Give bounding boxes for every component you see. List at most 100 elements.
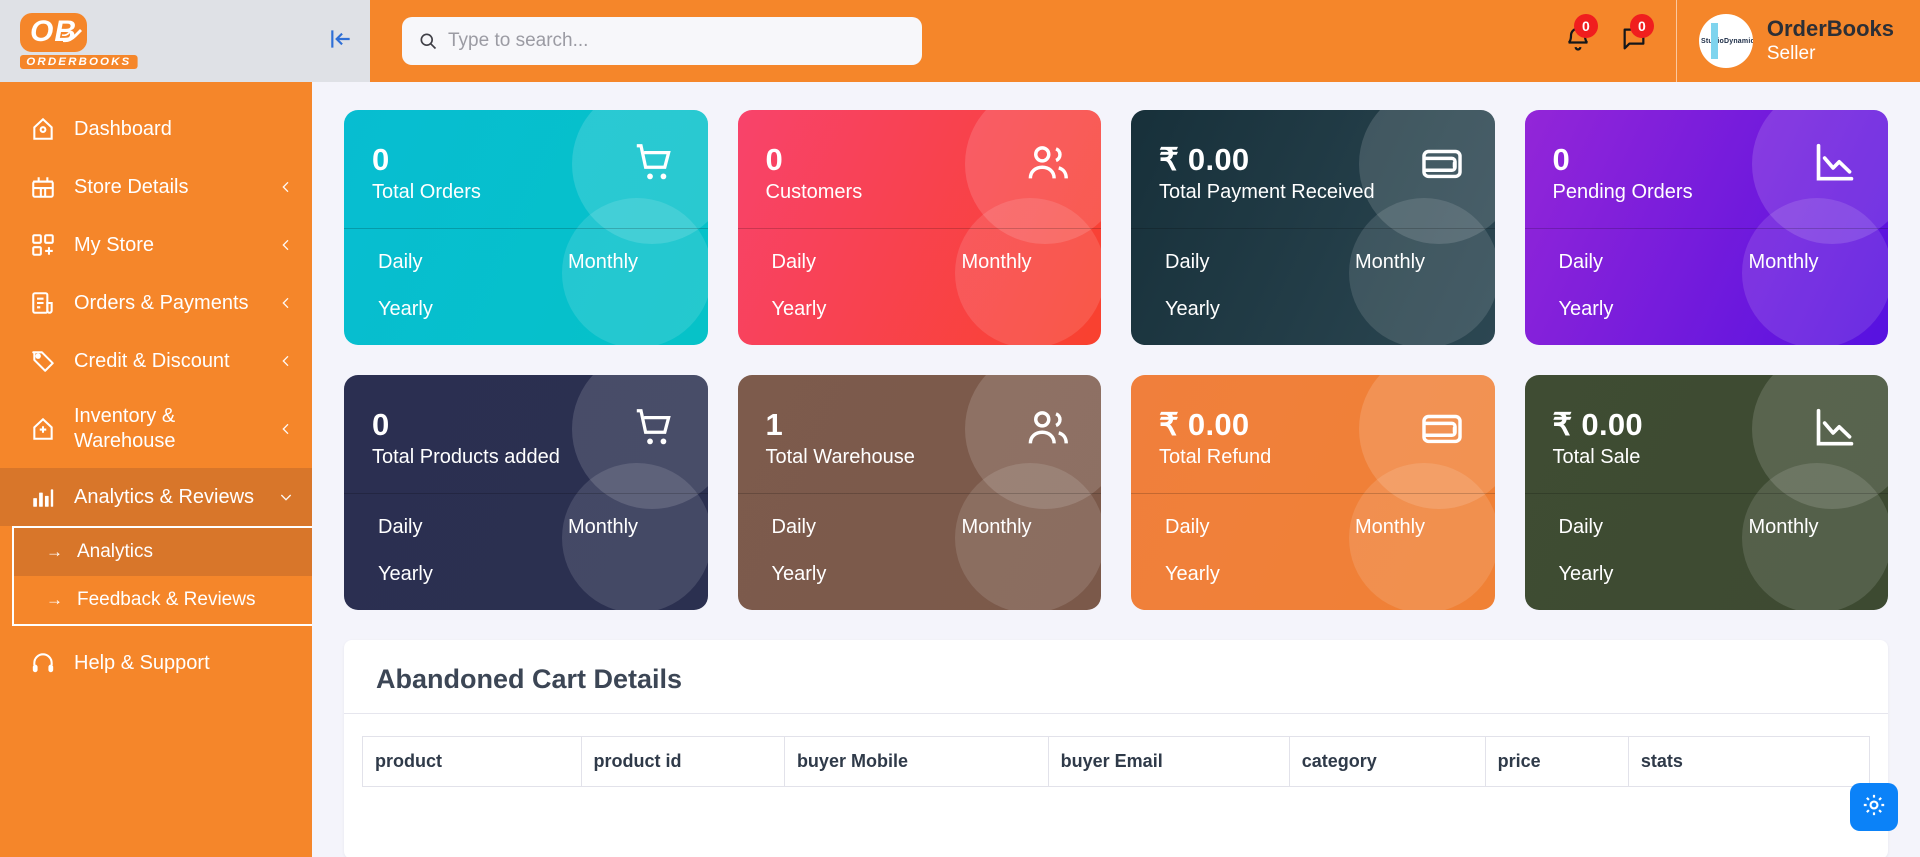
sidebar-item-inventory-warehouse[interactable]: Inventory & Warehouse bbox=[0, 390, 312, 468]
sidebar-item-store-details[interactable]: Store Details bbox=[0, 158, 312, 216]
stat-card[interactable]: ₹ 0.00 Total Payment Received Daily Monthly… bbox=[1131, 110, 1495, 345]
stat-link-daily[interactable]: Daily bbox=[378, 251, 568, 274]
stat-link-daily[interactable]: Daily bbox=[772, 251, 962, 274]
sidebar: OB ORDERBOOKS Dashboard Store Details My… bbox=[0, 0, 312, 857]
table-column-header: stats bbox=[1627, 736, 1871, 787]
stat-link-daily[interactable]: Daily bbox=[1559, 251, 1749, 274]
stat-card-header: 0 Total Products added bbox=[344, 375, 708, 493]
stat-card-header: 0 Customers bbox=[738, 110, 1102, 228]
arrow-right-icon: → bbox=[46, 542, 63, 561]
table-column-header: buyer Email bbox=[1047, 736, 1290, 787]
stat-card[interactable]: ₹ 0.00 Total Refund Daily Monthly Yearly bbox=[1131, 375, 1495, 610]
users-icon bbox=[1025, 405, 1071, 456]
stat-card-links-row: Daily Monthly bbox=[1165, 251, 1467, 274]
users-icon bbox=[1025, 140, 1071, 191]
chart-down-icon bbox=[1812, 140, 1858, 191]
table-column-header: category bbox=[1288, 736, 1486, 787]
headset-icon bbox=[28, 648, 58, 678]
stat-link-daily[interactable]: Daily bbox=[378, 516, 568, 539]
stat-card[interactable]: 0 Pending Orders Daily Monthly Yearly bbox=[1524, 110, 1889, 345]
stat-link-yearly[interactable]: Yearly bbox=[1559, 298, 1614, 321]
search-input[interactable] bbox=[448, 30, 906, 52]
sidebar-item-help-support[interactable]: Help & Support bbox=[0, 634, 312, 692]
search-icon bbox=[418, 31, 438, 51]
sidebar-subitem-feedback-reviews[interactable]: → Feedback & Reviews bbox=[14, 576, 312, 624]
stat-link-monthly[interactable]: Monthly bbox=[962, 251, 1032, 274]
stat-link-daily[interactable]: Daily bbox=[1559, 516, 1749, 539]
sidebar-item-orders-payments[interactable]: Orders & Payments bbox=[0, 274, 312, 332]
notifications-button[interactable]: 0 bbox=[1550, 0, 1606, 82]
stat-link-monthly[interactable]: Monthly bbox=[568, 251, 638, 274]
sidebar-item-label: Analytics & Reviews bbox=[74, 485, 255, 508]
stat-link-yearly[interactable]: Yearly bbox=[378, 298, 433, 321]
stat-card-links: Daily Monthly Yearly bbox=[1525, 229, 1889, 321]
sidebar-subitem-label: Feedback & Reviews bbox=[77, 589, 256, 610]
stat-link-daily[interactable]: Daily bbox=[1165, 251, 1355, 274]
sidebar-item-label: Help & Support bbox=[74, 651, 210, 674]
profile-names: OrderBooks Seller bbox=[1767, 16, 1894, 65]
cart-icon bbox=[632, 405, 678, 456]
stat-link-daily[interactable]: Daily bbox=[772, 516, 962, 539]
wallet-icon bbox=[1419, 140, 1465, 191]
stat-link-monthly[interactable]: Monthly bbox=[1749, 516, 1819, 539]
notifications-badge: 0 bbox=[1573, 14, 1598, 38]
sidebar-item-my-store[interactable]: My Store bbox=[0, 216, 312, 274]
wallet-icon bbox=[1419, 405, 1465, 456]
stat-card-links-row: Daily Monthly bbox=[772, 251, 1074, 274]
panel-divider bbox=[344, 713, 1888, 714]
stats-card-grid: 0 Total Orders Daily Monthly Yearly 0 Customer… bbox=[344, 110, 1888, 610]
stat-card[interactable]: 0 Total Orders Daily Monthly Yearly bbox=[344, 110, 708, 345]
stat-link-yearly[interactable]: Yearly bbox=[772, 563, 827, 586]
stat-card[interactable]: 0 Customers Daily Monthly Yearly bbox=[737, 110, 1102, 345]
stat-card[interactable]: 0 Total Products added Daily Monthly Yearly bbox=[344, 375, 708, 610]
chevron-down-icon bbox=[278, 489, 294, 505]
sidebar-item-label: Orders & Payments bbox=[74, 291, 249, 314]
stat-card[interactable]: 1 Total Warehouse Daily Monthly Yearly bbox=[737, 375, 1102, 610]
search-box[interactable] bbox=[402, 17, 922, 65]
stat-link-monthly[interactable]: Monthly bbox=[962, 516, 1032, 539]
stat-link-yearly[interactable]: Yearly bbox=[1165, 563, 1220, 586]
stat-link-monthly[interactable]: Monthly bbox=[1355, 516, 1425, 539]
stat-card-links-row: Daily Monthly bbox=[378, 516, 680, 539]
settings-fab-button[interactable] bbox=[1850, 783, 1898, 831]
stat-link-monthly[interactable]: Monthly bbox=[1355, 251, 1425, 274]
stat-card-header: ₹ 0.00 Total Sale bbox=[1525, 375, 1889, 493]
sidebar-item-dashboard[interactable]: Dashboard bbox=[0, 100, 312, 158]
profile-menu[interactable]: StudioDynamics OrderBooks Seller bbox=[1675, 0, 1920, 82]
panel-title: Abandoned Cart Details bbox=[376, 664, 683, 694]
stat-link-yearly[interactable]: Yearly bbox=[378, 563, 433, 586]
stat-card-links: Daily Monthly Yearly bbox=[738, 494, 1102, 586]
avatar: StudioDynamics bbox=[1698, 14, 1753, 68]
messages-button[interactable]: 0 bbox=[1606, 0, 1662, 82]
stat-link-monthly[interactable]: Monthly bbox=[1749, 251, 1819, 274]
stat-link-yearly[interactable]: Yearly bbox=[1559, 563, 1614, 586]
topbar-right: 0 0 StudioDynamics OrderBooks Seller bbox=[1550, 0, 1920, 82]
bar-chart-icon bbox=[28, 482, 58, 512]
main-area: 0 0 StudioDynamics OrderBooks Seller bbox=[312, 0, 1920, 857]
stat-card-links: Daily Monthly Yearly bbox=[344, 229, 708, 321]
stat-link-yearly[interactable]: Yearly bbox=[1165, 298, 1220, 321]
topbar: 0 0 StudioDynamics OrderBooks Seller bbox=[312, 0, 1920, 82]
brand-logo[interactable]: OB ORDERBOOKS bbox=[20, 12, 140, 70]
avatar-label: StudioDynamics bbox=[1701, 37, 1753, 45]
table-column-header: price bbox=[1484, 736, 1629, 787]
chevron-left-icon bbox=[278, 237, 294, 253]
stat-card-links-row: Daily Monthly bbox=[378, 251, 680, 274]
stat-card-links-row: Daily Monthly bbox=[1559, 516, 1861, 539]
table-column-header: buyer Mobile bbox=[783, 736, 1049, 787]
sidebar-item-analytics-reviews[interactable]: Analytics & Reviews bbox=[0, 468, 312, 526]
sidebar-collapse-button[interactable] bbox=[312, 0, 370, 82]
sidebar-nav: Dashboard Store Details My Store Orders … bbox=[0, 82, 312, 857]
stat-link-daily[interactable]: Daily bbox=[1165, 516, 1355, 539]
sidebar-item-credit-discount[interactable]: Credit & Discount bbox=[0, 332, 312, 390]
logo-wordmark: ORDERBOOKS bbox=[20, 54, 138, 69]
stat-card-links: Daily Monthly Yearly bbox=[738, 229, 1102, 321]
sidebar-subitem-analytics[interactable]: → Analytics bbox=[14, 528, 312, 576]
home-icon bbox=[28, 114, 58, 144]
stat-card-links: Daily Monthly Yearly bbox=[1131, 494, 1495, 586]
stat-link-yearly[interactable]: Yearly bbox=[772, 298, 827, 321]
chevron-left-icon bbox=[278, 295, 294, 311]
stat-link-monthly[interactable]: Monthly bbox=[568, 516, 638, 539]
stat-card-links-row: Daily Monthly bbox=[1559, 251, 1861, 274]
stat-card[interactable]: ₹ 0.00 Total Sale Daily Monthly Yearly bbox=[1524, 375, 1889, 610]
